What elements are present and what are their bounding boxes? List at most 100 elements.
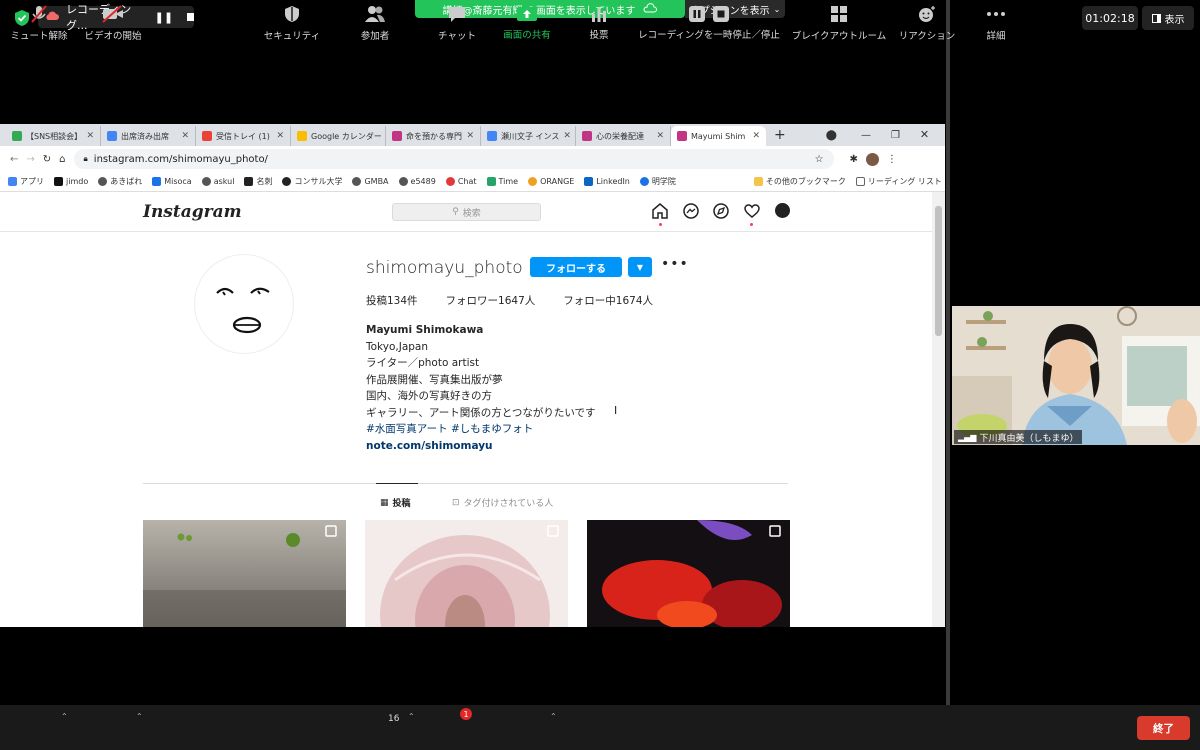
search-input[interactable]: ⚲ 検索 bbox=[392, 203, 541, 221]
home-nav-icon[interactable] bbox=[651, 202, 669, 220]
close-tab-icon[interactable]: ✕ bbox=[656, 131, 664, 141]
followers-count[interactable]: フォロワー1647人 bbox=[446, 293, 536, 308]
back-icon[interactable]: ← bbox=[10, 154, 18, 165]
tab-posts[interactable]: ▦ 投稿 bbox=[380, 496, 411, 510]
following-count[interactable]: フォロー中1674人 bbox=[563, 293, 653, 308]
browser-tab[interactable]: 命を預かる専門 ✕ bbox=[386, 126, 481, 146]
browser-tab[interactable]: 出席済み出席 ✕ bbox=[101, 126, 196, 146]
bookmark-favicon bbox=[486, 177, 496, 186]
bookmark-item[interactable]: LinkedIn bbox=[584, 177, 630, 186]
polls-button[interactable]: 投票 bbox=[583, 0, 615, 45]
reading-list[interactable]: リーディング リスト bbox=[855, 176, 942, 187]
pause-recording-icon[interactable]: ❚❚ bbox=[155, 11, 173, 24]
close-tab-icon[interactable]: ✕ bbox=[276, 131, 284, 141]
security-button[interactable]: セキュリティ bbox=[258, 0, 326, 45]
chat-button[interactable]: チャット bbox=[436, 0, 478, 45]
panel-divider[interactable] bbox=[946, 0, 950, 705]
bookmark-item[interactable]: アプリ bbox=[8, 176, 44, 187]
more-button[interactable]: 詳細 bbox=[976, 0, 1016, 45]
tabs-divider bbox=[143, 483, 788, 484]
recording-controls-button[interactable]: レコーディングを一時停止／停止 bbox=[636, 0, 782, 45]
bookmark-item[interactable]: 明学院 bbox=[639, 176, 676, 187]
chat-unread-badge: 1 bbox=[460, 708, 472, 720]
participants-options-caret-icon[interactable]: ⌃ bbox=[408, 712, 415, 721]
post-thumbnail[interactable] bbox=[587, 520, 790, 627]
explore-compass-icon[interactable] bbox=[712, 202, 730, 220]
bookmark-item[interactable]: あきばれ bbox=[98, 176, 142, 187]
bookmark-item[interactable]: コンサル大学 bbox=[282, 176, 342, 187]
bookmark-favicon bbox=[282, 177, 292, 186]
more-dots-icon bbox=[987, 11, 1005, 16]
tab-tagged[interactable]: ⊡ タグ付けされている人 bbox=[452, 496, 553, 510]
bookmark-item[interactable]: Time bbox=[486, 177, 518, 186]
post-thumbnail[interactable] bbox=[143, 520, 346, 627]
minimize-icon[interactable]: — bbox=[861, 130, 871, 146]
extensions-icon[interactable]: ✱ bbox=[850, 154, 858, 165]
close-window-icon[interactable]: ✕ bbox=[920, 128, 929, 146]
bookmark-star-icon[interactable]: ☆ bbox=[815, 154, 824, 165]
view-button[interactable]: 表示 bbox=[1142, 6, 1194, 30]
browser-tab[interactable]: 心の栄養配達 ✕ bbox=[576, 126, 671, 146]
scrollbar-thumb[interactable] bbox=[935, 206, 942, 336]
bookmark-item[interactable]: GMBA bbox=[352, 177, 389, 186]
bookmark-item[interactable]: jimdo bbox=[54, 177, 88, 186]
follow-button[interactable]: フォローする bbox=[530, 257, 622, 277]
bio-line: Tokyo,Japan bbox=[366, 340, 429, 353]
address-bar[interactable]: 🔒︎ instagram.com/shimomayu_photo/ ☆ bbox=[73, 149, 834, 169]
bookmark-item[interactable]: e5489 bbox=[398, 177, 436, 186]
close-tab-icon[interactable]: ✕ bbox=[86, 131, 94, 141]
suggested-accounts-dropdown[interactable]: ▼ bbox=[628, 257, 652, 277]
start-video-label: ビデオの開始 bbox=[84, 30, 142, 42]
share-screen-button[interactable]: 画面の共有 bbox=[500, 0, 554, 45]
bookmark-item[interactable]: Misoca bbox=[152, 177, 192, 186]
muted-microphone-icon bbox=[31, 4, 47, 23]
close-tab-icon[interactable]: ✕ bbox=[181, 131, 189, 141]
audio-options-caret-icon[interactable]: ⌃ bbox=[61, 712, 68, 721]
browser-tab[interactable]: 【SNS相談会】 ✕ bbox=[6, 126, 101, 146]
bookmark-item[interactable]: askul bbox=[201, 177, 234, 186]
new-tab-icon[interactable]: + bbox=[766, 127, 794, 146]
bio-link[interactable]: note.com/shimomayu bbox=[366, 438, 596, 455]
profile-avatar-icon[interactable] bbox=[775, 203, 790, 218]
more-options-icon[interactable]: ••• bbox=[661, 256, 689, 272]
tab-search-icon[interactable]: ⬤ bbox=[826, 130, 837, 146]
profile-avatar[interactable] bbox=[865, 152, 879, 166]
bookmark-item[interactable]: Chat bbox=[445, 177, 477, 186]
browser-tab-active[interactable]: Mayumi Shim ✕ bbox=[671, 126, 766, 146]
menu-icon[interactable]: ⋮ bbox=[887, 154, 897, 165]
video-options-caret-icon[interactable]: ⌃ bbox=[136, 712, 143, 721]
restore-icon[interactable]: ❐ bbox=[891, 130, 900, 146]
forward-icon[interactable]: → bbox=[26, 154, 34, 165]
bookmark-item[interactable]: ORANGE bbox=[528, 177, 574, 186]
close-tab-icon[interactable]: ✕ bbox=[466, 131, 474, 141]
heart-icon[interactable] bbox=[743, 202, 761, 220]
instagram-logo[interactable]: Instagram bbox=[143, 202, 242, 222]
close-tab-icon[interactable]: ✕ bbox=[563, 131, 571, 141]
unmute-button[interactable]: ミュート解除 bbox=[8, 0, 70, 45]
home-icon[interactable]: ⌂ bbox=[59, 154, 65, 165]
browser-tab[interactable]: 受信トレイ (1) ✕ bbox=[196, 126, 291, 146]
bookmark-favicon bbox=[152, 177, 162, 186]
profile-picture[interactable] bbox=[194, 254, 294, 354]
share-screen-icon bbox=[517, 6, 537, 21]
folder-icon bbox=[753, 177, 763, 186]
end-meeting-button[interactable]: 終了 bbox=[1137, 716, 1190, 740]
other-bookmarks[interactable]: その他のブックマーク bbox=[753, 176, 846, 187]
participant-video[interactable] bbox=[952, 306, 1200, 445]
reload-icon[interactable]: ↻ bbox=[43, 154, 51, 165]
start-video-button[interactable]: ビデオの開始 bbox=[82, 0, 144, 45]
bookmark-item[interactable]: 名刺 bbox=[244, 176, 272, 187]
share-options-caret-icon[interactable]: ⌃ bbox=[550, 712, 557, 721]
post-thumbnail[interactable] bbox=[365, 520, 568, 627]
bio-line: 作品展開催、写真集出版が夢 bbox=[366, 373, 503, 386]
browser-tab[interactable]: 瀬川文子 インス ✕ bbox=[481, 126, 576, 146]
bio-hashtags[interactable]: #水面写真アート #しもまゆフォト bbox=[366, 421, 596, 438]
reactions-button[interactable]: リアクション bbox=[896, 0, 958, 45]
participants-button[interactable]: 参加者 bbox=[355, 0, 395, 45]
breakout-rooms-button[interactable]: ブレイクアウトルーム bbox=[790, 0, 888, 45]
messenger-icon[interactable] bbox=[682, 202, 700, 220]
stop-recording-icon[interactable] bbox=[187, 13, 194, 21]
close-tab-icon[interactable]: ✕ bbox=[752, 131, 760, 141]
browser-tab[interactable]: Google カレンダー✕ bbox=[291, 126, 386, 146]
video-off-icon bbox=[102, 4, 123, 23]
